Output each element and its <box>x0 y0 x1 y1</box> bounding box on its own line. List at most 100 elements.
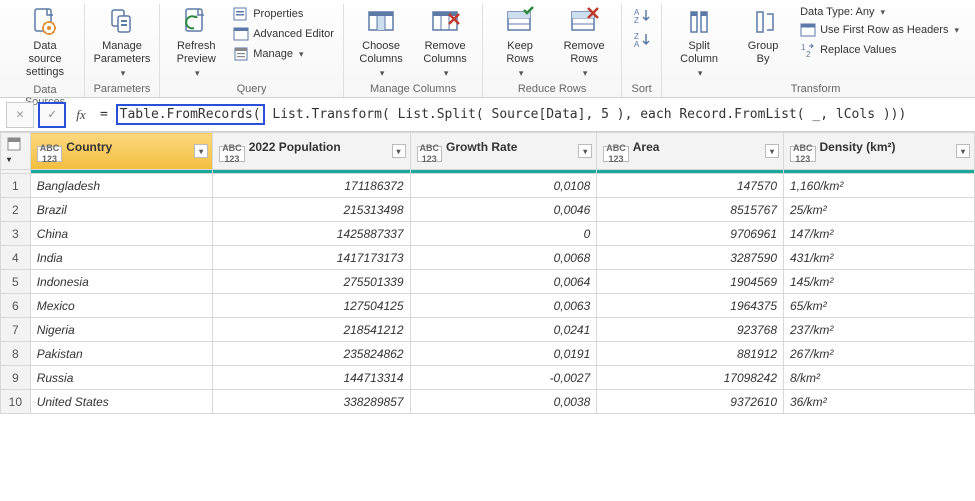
replace-values-button[interactable]: 12 Replace Values <box>796 40 963 60</box>
row-number[interactable]: 4 <box>1 246 31 270</box>
cell-area[interactable]: 3287590 <box>597 246 784 270</box>
cell-growth[interactable]: 0,0046 <box>410 198 597 222</box>
cell-pop[interactable]: 1417173173 <box>213 246 410 270</box>
sort-asc-button[interactable]: AZ <box>632 4 652 28</box>
row-number[interactable]: 2 <box>1 198 31 222</box>
cell-country[interactable]: Russia <box>30 366 212 390</box>
cell-area[interactable]: 9706961 <box>597 222 784 246</box>
row-number[interactable]: 9 <box>1 366 31 390</box>
row-number[interactable]: 1 <box>1 174 31 198</box>
filter-dropdown-icon[interactable]: ▾ <box>578 144 592 158</box>
cell-pop[interactable]: 171186372 <box>213 174 410 198</box>
row-number[interactable]: 7 <box>1 318 31 342</box>
table-row[interactable]: 8Pakistan2358248620,0191881912267/km² <box>1 342 975 366</box>
cell-area[interactable]: 923768 <box>597 318 784 342</box>
choose-columns-button[interactable]: Choose Columns <box>350 4 412 81</box>
table-row[interactable]: 1Bangladesh1711863720,01081475701,160/km… <box>1 174 975 198</box>
cell-area[interactable]: 1964375 <box>597 294 784 318</box>
manage-parameters-button[interactable]: Manage Parameters <box>91 4 153 81</box>
data-source-settings-button[interactable]: Data source settings <box>14 4 76 82</box>
cell-country[interactable]: India <box>30 246 212 270</box>
cell-pop[interactable]: 127504125 <box>213 294 410 318</box>
cell-density[interactable]: 8/km² <box>784 366 975 390</box>
table-row[interactable]: 3China142588733709706961147/km² <box>1 222 975 246</box>
cell-country[interactable]: Brazil <box>30 198 212 222</box>
refresh-preview-button[interactable]: Refresh Preview <box>165 4 227 81</box>
cell-growth[interactable]: -0,0027 <box>410 366 597 390</box>
cell-density[interactable]: 1,160/km² <box>784 174 975 198</box>
cell-pop[interactable]: 235824862 <box>213 342 410 366</box>
cell-country[interactable]: United States <box>30 390 212 414</box>
cell-country[interactable]: Nigeria <box>30 318 212 342</box>
advanced-editor-button[interactable]: Advanced Editor <box>229 24 338 44</box>
column-header-density[interactable]: ABC123Density (km²)▾ <box>784 133 975 170</box>
cell-country[interactable]: China <box>30 222 212 246</box>
cell-density[interactable]: 431/km² <box>784 246 975 270</box>
sort-desc-button[interactable]: ZA <box>632 28 652 52</box>
data-type-button[interactable]: Data Type: Any <box>796 4 963 20</box>
filter-dropdown-icon[interactable]: ▾ <box>392 144 406 158</box>
filter-dropdown-icon[interactable]: ▾ <box>194 144 208 158</box>
filter-dropdown-icon[interactable]: ▾ <box>765 144 779 158</box>
cell-country[interactable]: Pakistan <box>30 342 212 366</box>
cell-pop[interactable]: 144713314 <box>213 366 410 390</box>
row-number[interactable]: 5 <box>1 270 31 294</box>
cell-growth[interactable]: 0,0068 <box>410 246 597 270</box>
cell-country[interactable]: Indonesia <box>30 270 212 294</box>
cell-growth[interactable]: 0,0191 <box>410 342 597 366</box>
cell-growth[interactable]: 0,0108 <box>410 174 597 198</box>
column-header-area[interactable]: ABC123Area▾ <box>597 133 784 170</box>
group-by-button[interactable]: Group By <box>732 4 794 68</box>
cell-pop[interactable]: 215313498 <box>213 198 410 222</box>
cell-area[interactable]: 9372610 <box>597 390 784 414</box>
cell-density[interactable]: 237/km² <box>784 318 975 342</box>
row-number[interactable]: 3 <box>1 222 31 246</box>
cell-density[interactable]: 65/km² <box>784 294 975 318</box>
cell-area[interactable]: 17098242 <box>597 366 784 390</box>
cell-density[interactable]: 36/km² <box>784 390 975 414</box>
cell-growth[interactable]: 0,0241 <box>410 318 597 342</box>
properties-button[interactable]: Properties <box>229 4 338 24</box>
cell-density[interactable]: 267/km² <box>784 342 975 366</box>
cell-pop[interactable]: 218541212 <box>213 318 410 342</box>
grid-corner[interactable]: ▾ <box>1 133 31 170</box>
cell-density[interactable]: 145/km² <box>784 270 975 294</box>
cell-pop[interactable]: 275501339 <box>213 270 410 294</box>
column-header-growth[interactable]: ABC123Growth Rate▾ <box>410 133 597 170</box>
table-row[interactable]: 2Brazil2153134980,0046851576725/km² <box>1 198 975 222</box>
commit-formula-button[interactable]: ✓ <box>38 102 66 128</box>
table-row[interactable]: 6Mexico1275041250,0063196437565/km² <box>1 294 975 318</box>
cell-area[interactable]: 1904569 <box>597 270 784 294</box>
cancel-formula-button[interactable]: ✕ <box>6 102 34 128</box>
remove-rows-button[interactable]: Remove Rows <box>553 4 615 81</box>
keep-rows-button[interactable]: Keep Rows <box>489 4 551 81</box>
row-number[interactable]: 8 <box>1 342 31 366</box>
formula-input[interactable]: = Table.FromRecords( List.Transform( Lis… <box>96 104 969 125</box>
cell-country[interactable]: Bangladesh <box>30 174 212 198</box>
manage-query-button[interactable]: Manage <box>229 44 338 64</box>
cell-area[interactable]: 147570 <box>597 174 784 198</box>
table-row[interactable]: 9Russia144713314-0,0027170982428/km² <box>1 366 975 390</box>
cell-area[interactable]: 8515767 <box>597 198 784 222</box>
cell-growth[interactable]: 0,0063 <box>410 294 597 318</box>
table-row[interactable]: 4India14171731730,00683287590431/km² <box>1 246 975 270</box>
column-header-country[interactable]: ABC123Country▾ <box>30 133 212 170</box>
cell-growth[interactable]: 0,0038 <box>410 390 597 414</box>
split-column-button[interactable]: Split Column <box>668 4 730 81</box>
table-row[interactable]: 10United States3382898570,0038937261036/… <box>1 390 975 414</box>
first-row-headers-button[interactable]: Use First Row as Headers <box>796 20 963 40</box>
table-row[interactable]: 7Nigeria2185412120,0241923768237/km² <box>1 318 975 342</box>
cell-pop[interactable]: 1425887337 <box>213 222 410 246</box>
filter-dropdown-icon[interactable]: ▾ <box>956 144 970 158</box>
cell-density[interactable]: 25/km² <box>784 198 975 222</box>
row-number[interactable]: 10 <box>1 390 31 414</box>
cell-growth[interactable]: 0,0064 <box>410 270 597 294</box>
cell-country[interactable]: Mexico <box>30 294 212 318</box>
remove-columns-button[interactable]: Remove Columns <box>414 4 476 81</box>
row-number[interactable]: 6 <box>1 294 31 318</box>
table-row[interactable]: 5Indonesia2755013390,00641904569145/km² <box>1 270 975 294</box>
cell-area[interactable]: 881912 <box>597 342 784 366</box>
column-header-pop[interactable]: ABC1232022 Population▾ <box>213 133 410 170</box>
cell-growth[interactable]: 0 <box>410 222 597 246</box>
cell-pop[interactable]: 338289857 <box>213 390 410 414</box>
